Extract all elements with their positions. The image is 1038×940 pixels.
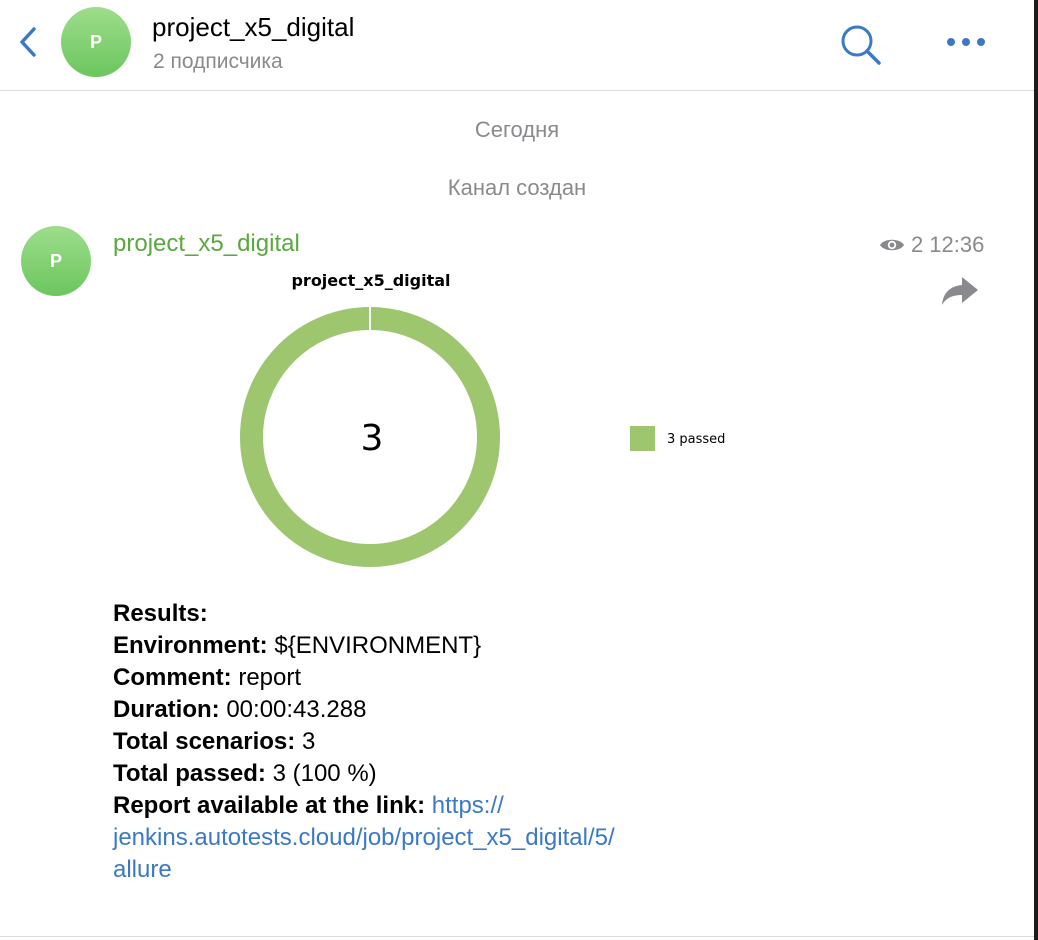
chevron-left-icon: [20, 27, 36, 57]
avatar-letter: P: [89, 31, 102, 52]
report-chart: project_x5_digital 3 3 passed: [200, 262, 760, 582]
total-scenarios-value: 3: [301, 728, 316, 755]
report-link-part-1[interactable]: https://: [432, 792, 504, 819]
legend-swatch-0: [630, 426, 655, 451]
report-link-part-2[interactable]: jenkins.autotests.cloud/job/project_x5_d…: [113, 824, 615, 851]
environment-value: ${ENVIRONMENT}: [274, 632, 482, 659]
donut-chart: project_x5_digital 3 3 passed: [240, 271, 725, 567]
more-dots-icon: [947, 38, 985, 46]
window-edge: [1034, 0, 1038, 940]
share-icon: [942, 277, 978, 305]
chat-header: P project_x5_digital 2 подписчика: [0, 0, 1034, 90]
bottom-divider: [0, 936, 1034, 937]
total-passed-value: 3 (100 %): [272, 760, 377, 787]
comment-value: report: [238, 664, 302, 691]
header-divider: [0, 90, 1034, 91]
message-time: 12:36: [929, 232, 985, 257]
report-link-part-3[interactable]: allure: [113, 856, 172, 883]
message-meta: 2 12:36: [879, 232, 984, 258]
message-author[interactable]: project_x5_digital: [113, 230, 300, 258]
chart-center-value: 3: [361, 418, 384, 459]
report-link-label: Report available at the link:: [113, 792, 426, 819]
subscriber-count: 2 подписчика: [153, 50, 283, 73]
view-count: 2: [911, 232, 924, 257]
channel-avatar[interactable]: P: [61, 7, 131, 77]
date-separator: Сегодня: [474, 117, 560, 142]
avatar-letter: P: [49, 250, 62, 271]
more-button[interactable]: [943, 32, 989, 52]
eye-icon: [880, 239, 904, 251]
service-message: Канал создан: [447, 175, 587, 200]
results-heading: Results:: [113, 600, 208, 627]
results-text: Results: Environment: ${ENVIRONMENT} Com…: [113, 598, 713, 886]
total-scenarios-label: Total scenarios:: [113, 728, 296, 755]
search-icon: [841, 25, 881, 65]
chart-title: project_x5_digital: [291, 271, 450, 290]
channel-title[interactable]: project_x5_digital: [152, 12, 354, 43]
duration-value: 00:00:43.288: [226, 696, 367, 723]
legend-label-0: 3 passed: [667, 432, 725, 447]
duration-label: Duration:: [113, 696, 220, 723]
total-passed-label: Total passed:: [113, 760, 266, 787]
environment-label: Environment:: [113, 632, 268, 659]
share-button[interactable]: [940, 273, 980, 309]
back-button[interactable]: [14, 24, 44, 60]
search-button[interactable]: [838, 22, 884, 68]
comment-label: Comment:: [113, 664, 232, 691]
message-avatar: P: [21, 226, 91, 296]
